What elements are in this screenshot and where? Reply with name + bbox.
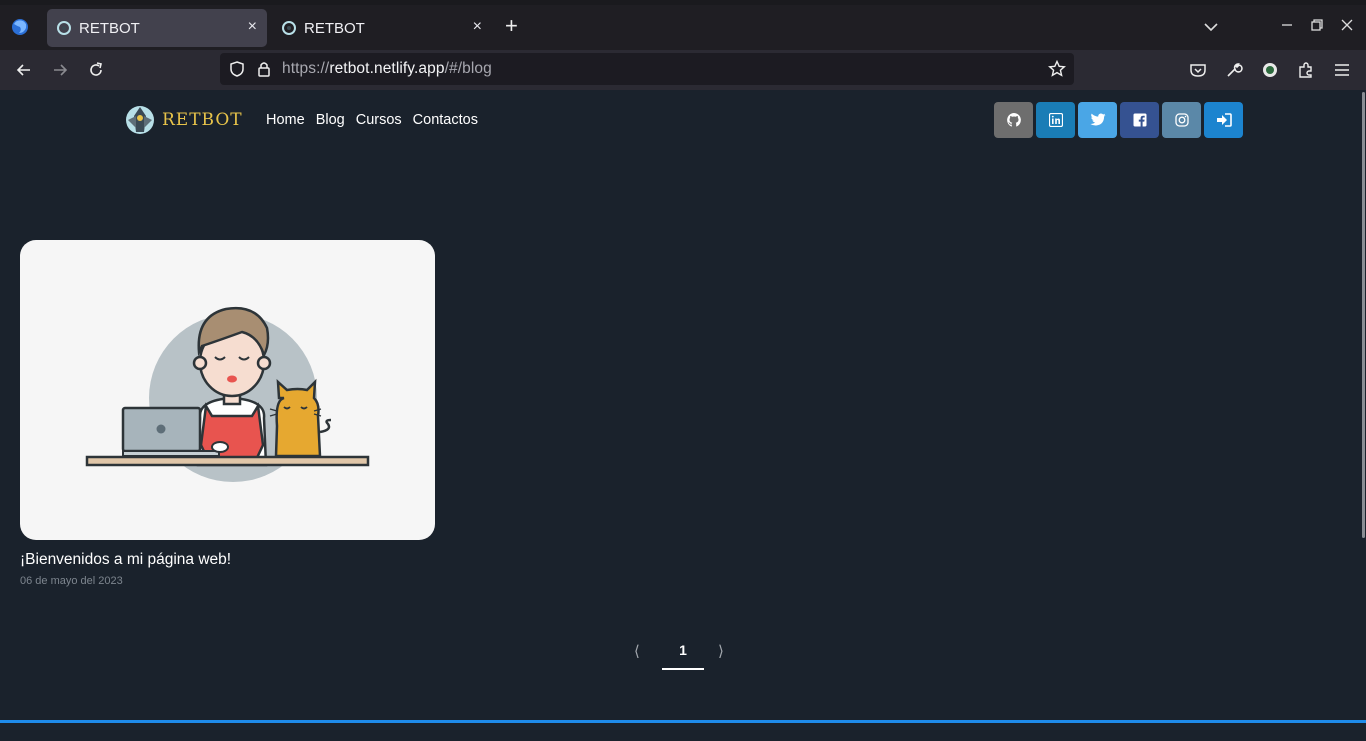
wrench-icon[interactable] — [1224, 60, 1244, 80]
url-bar[interactable]: https://retbot.netlify.app/#/blog — [220, 53, 1074, 85]
facebook-button[interactable] — [1120, 102, 1159, 138]
retbot-logo-icon — [126, 106, 154, 134]
navigation-toolbar: https://retbot.netlify.app/#/blog — [0, 50, 1366, 90]
instagram-button[interactable] — [1162, 102, 1201, 138]
nav-home[interactable]: Home — [266, 112, 305, 128]
pagination: ⟨ 1 ⟩ — [620, 638, 740, 674]
facebook-icon — [1133, 113, 1146, 127]
minimize-icon[interactable] — [1280, 17, 1294, 33]
firefox-icon[interactable] — [10, 17, 30, 37]
sign-in-button[interactable] — [1204, 102, 1243, 138]
twitter-button[interactable] — [1078, 102, 1117, 138]
main-nav: Home Blog Cursos Contactos — [266, 112, 478, 128]
person-with-cat-illustration — [85, 306, 370, 482]
close-tab-icon[interactable]: × — [248, 18, 257, 36]
url-text[interactable]: https://retbot.netlify.app/#/blog — [282, 60, 492, 78]
lock-icon[interactable] — [256, 60, 272, 78]
account-extension-icon[interactable] — [1260, 60, 1280, 80]
pagination-next[interactable]: ⟩ — [718, 642, 724, 660]
pagination-current-page[interactable]: 1 — [662, 638, 704, 670]
retbot-favicon-icon — [57, 21, 71, 35]
twitter-icon — [1089, 113, 1105, 126]
instagram-icon — [1174, 113, 1189, 127]
retbot-favicon-icon — [282, 21, 296, 35]
nav-contactos[interactable]: Contactos — [413, 112, 478, 128]
chevron-down-icon[interactable] — [1203, 19, 1219, 35]
nav-blog[interactable]: Blog — [316, 112, 345, 128]
tab-title: RETBOT — [79, 19, 140, 37]
tab-bar: RETBOT × RETBOT × + — [0, 5, 1366, 50]
pagination-prev[interactable]: ⟨ — [634, 642, 640, 660]
linkedin-button[interactable] — [1036, 102, 1075, 138]
github-button[interactable] — [994, 102, 1033, 138]
tab-active[interactable]: RETBOT × — [47, 9, 267, 47]
close-tab-icon[interactable]: × — [473, 18, 482, 36]
github-icon — [1006, 113, 1021, 127]
reload-icon[interactable] — [86, 60, 106, 80]
bookmark-star-icon[interactable] — [1048, 60, 1066, 78]
nav-cursos[interactable]: Cursos — [356, 112, 402, 128]
post-date: 06 de mayo del 2023 — [20, 575, 123, 587]
post-title[interactable]: ¡Bienvenidos a mi página web! — [20, 551, 231, 569]
logo-text: RETBOT — [162, 110, 243, 130]
web-page: RETBOT Home Blog Cursos Contactos ¡Bienv… — [0, 90, 1366, 741]
restore-icon[interactable] — [1310, 17, 1324, 33]
hamburger-menu-icon[interactable] — [1332, 60, 1352, 80]
blog-post-image-card[interactable] — [20, 240, 435, 540]
linkedin-icon — [1048, 113, 1063, 127]
page-scrollbar[interactable] — [1360, 90, 1366, 540]
forward-arrow-icon[interactable] — [50, 60, 70, 80]
scrollbar-thumb[interactable] — [1362, 92, 1365, 538]
site-logo[interactable]: RETBOT — [122, 104, 243, 136]
sign-in-icon — [1216, 113, 1232, 127]
pocket-icon[interactable] — [1188, 60, 1208, 80]
tab-title: RETBOT — [304, 19, 365, 37]
shield-icon[interactable] — [228, 60, 246, 78]
social-buttons — [994, 102, 1243, 138]
back-arrow-icon[interactable] — [14, 60, 34, 80]
close-window-icon[interactable] — [1340, 17, 1354, 33]
extensions-puzzle-icon[interactable] — [1296, 60, 1316, 80]
tab-inactive[interactable]: RETBOT × — [272, 9, 492, 47]
new-tab-button[interactable]: + — [505, 15, 518, 37]
footer-accent-line — [0, 720, 1366, 723]
